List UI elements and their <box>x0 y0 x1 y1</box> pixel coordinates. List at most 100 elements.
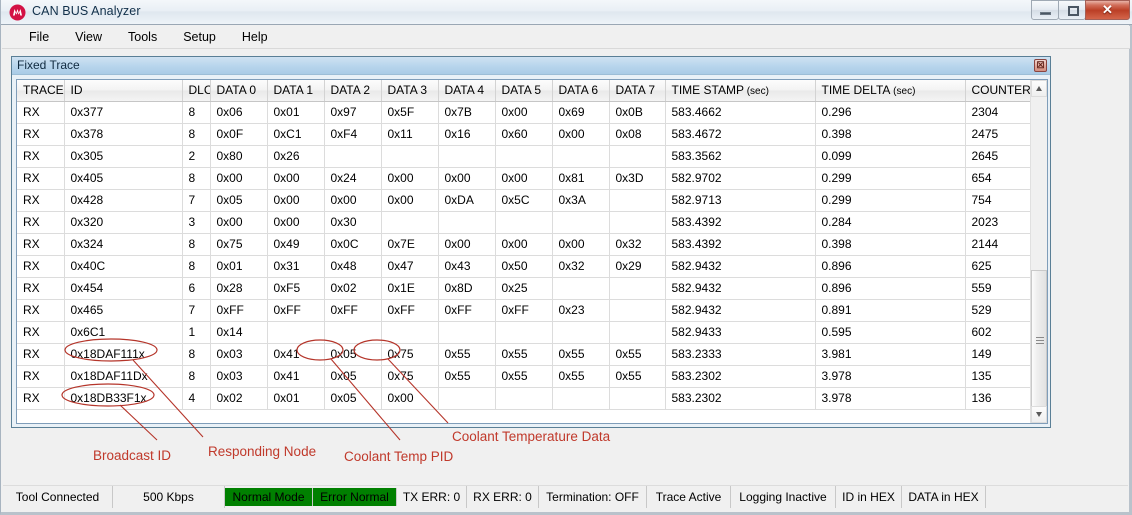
menu-item-tools[interactable]: Tools <box>115 27 170 47</box>
cell-data-2: 0xF4 <box>324 123 382 146</box>
cell-data-4 <box>438 145 496 168</box>
column-header-dlc[interactable]: DLC <box>182 80 211 102</box>
cell-data-5: 0x00 <box>495 101 553 124</box>
cell-time-delta: 0.099 <box>815 145 966 168</box>
table-row[interactable]: RX 0x18DB33F1x 4 0x02 0x01 0x05 0x00 583.2302 3.… <box>17 387 1030 410</box>
cell-data-7 <box>609 211 666 234</box>
cell-counter: 149 <box>965 343 1030 366</box>
cell-time-stamp: 583.2333 <box>665 343 816 366</box>
cell-data-3: 0x7E <box>381 233 439 256</box>
menu-item-setup[interactable]: Setup <box>170 27 229 47</box>
table-row[interactable]: RX 0x40C 8 0x01 0x31 0x48 0x47 0x43 0x50 0x32 0x29… <box>17 255 1030 278</box>
cell-data-1: 0x01 <box>267 101 325 124</box>
column-header-data-1[interactable]: DATA 1 <box>267 80 325 102</box>
cell-counter: 2304 <box>965 101 1030 124</box>
cell-data-4: 0x00 <box>438 167 496 190</box>
menu-item-view[interactable]: View <box>62 27 115 47</box>
cell-data-4: 0x8D <box>438 277 496 300</box>
menu-item-file[interactable]: File <box>16 27 62 47</box>
scrollbar-thumb[interactable] <box>1031 270 1047 410</box>
cell-data-7: 0x3D <box>609 167 666 190</box>
cell-data-3: 0x00 <box>381 387 439 410</box>
close-button[interactable]: ✕ <box>1085 0 1130 20</box>
cell-time-delta: 3.978 <box>815 387 966 410</box>
cell-time-stamp: 583.4392 <box>665 211 816 234</box>
status-tx-err-0: TX ERR: 0 <box>397 486 467 508</box>
table-body: RX 0x377 8 0x06 0x01 0x97 0x5F 0x7B 0x00 0x69 0x0B… <box>17 101 1030 423</box>
scroll-down-button[interactable] <box>1031 406 1047 423</box>
column-header-id[interactable]: ID <box>64 80 183 102</box>
table-row[interactable]: RX 0x377 8 0x06 0x01 0x97 0x5F 0x7B 0x00 0x69 0x0B… <box>17 101 1030 124</box>
cell-data-6: 0x00 <box>552 233 610 256</box>
column-header-data-5[interactable]: DATA 5 <box>495 80 553 102</box>
cell-time-delta: 0.896 <box>815 255 966 278</box>
table-row[interactable]: RX 0x305 2 0x80 0x26 583.3562 0.099 2645 <box>17 145 1030 168</box>
column-header-time-stamp[interactable]: TIME STAMP (sec) <box>665 80 816 102</box>
table-row[interactable]: RX 0x324 8 0x75 0x49 0x0C 0x7E 0x00 0x00 0x00 0x32… <box>17 233 1030 256</box>
cell-data-1: 0xC1 <box>267 123 325 146</box>
cell-data-7: 0x55 <box>609 343 666 366</box>
cell-data-2: 0xFF <box>324 299 382 322</box>
minimize-button[interactable] <box>1031 0 1059 20</box>
cell-time-delta: 0.296 <box>815 101 966 124</box>
cell-id: 0x428 <box>64 189 183 212</box>
column-header-unit: (sec) <box>890 86 916 98</box>
scroll-up-button[interactable] <box>1031 80 1047 97</box>
cell-data-2: 0x30 <box>324 211 382 234</box>
cell-id: 0x377 <box>64 101 183 124</box>
cell-data-6 <box>552 321 610 344</box>
cell-time-stamp: 583.4392 <box>665 233 816 256</box>
table-row[interactable]: RX 0x6C1 1 0x14 582.9433 0.595 602 <box>17 321 1030 344</box>
status-id-in-hex: ID in HEX <box>836 486 902 508</box>
table-row[interactable]: RX 0x465 7 0xFF 0xFF 0xFF 0xFF 0xFF 0xFF 0x23 582.… <box>17 299 1030 322</box>
cell-data-1: 0x31 <box>267 255 325 278</box>
cell-data-6: 0x55 <box>552 365 610 388</box>
cell-counter: 754 <box>965 189 1030 212</box>
cell-trace: RX <box>17 123 65 146</box>
column-header-data-3[interactable]: DATA 3 <box>381 80 439 102</box>
cell-dlc: 8 <box>182 167 211 190</box>
column-header-data-2[interactable]: DATA 2 <box>324 80 382 102</box>
cell-data-2 <box>324 321 382 344</box>
cell-dlc: 3 <box>182 211 211 234</box>
cell-data-0: 0x03 <box>210 365 268 388</box>
menu-item-help[interactable]: Help <box>229 27 281 47</box>
cell-id: 0x378 <box>64 123 183 146</box>
column-header-data-7[interactable]: DATA 7 <box>609 80 666 102</box>
cell-trace: RX <box>17 211 65 234</box>
cell-data-2: 0x97 <box>324 101 382 124</box>
fixed-trace-close-button[interactable]: ☒ <box>1034 59 1047 72</box>
trace-vertical-scrollbar[interactable] <box>1030 80 1047 423</box>
cell-dlc: 2 <box>182 145 211 168</box>
cell-data-5 <box>495 321 553 344</box>
cell-data-7 <box>609 387 666 410</box>
window-title: CAN BUS Analyzer <box>32 4 141 18</box>
column-header-trace[interactable]: TRACE <box>17 80 65 102</box>
table-row[interactable]: RX 0x378 8 0x0F 0xC1 0xF4 0x11 0x16 0x60 0x00 0x08… <box>17 123 1030 146</box>
cell-data-0: 0xFF <box>210 299 268 322</box>
cell-data-7 <box>609 189 666 212</box>
column-header-data-6[interactable]: DATA 6 <box>552 80 610 102</box>
cell-data-3: 0x5F <box>381 101 439 124</box>
cell-time-stamp: 583.3562 <box>665 145 816 168</box>
maximize-button[interactable] <box>1058 0 1086 20</box>
column-header-data-0[interactable]: DATA 0 <box>210 80 268 102</box>
status-500-kbps: 500 Kbps <box>113 486 225 508</box>
cell-counter: 2144 <box>965 233 1030 256</box>
column-header-time-delta[interactable]: TIME DELTA (sec) <box>815 80 966 102</box>
table-row[interactable]: RX 0x405 8 0x00 0x00 0x24 0x00 0x00 0x00 0x81 0x3D… <box>17 167 1030 190</box>
cell-data-1: 0x49 <box>267 233 325 256</box>
cell-dlc: 4 <box>182 387 211 410</box>
cell-dlc: 8 <box>182 365 211 388</box>
table-row[interactable]: RX 0x454 6 0x28 0xF5 0x02 0x1E 0x8D 0x25 582.9432… <box>17 277 1030 300</box>
table-row[interactable]: RX 0x18DAF11Dx 8 0x03 0x41 0x05 0x75 0x55 0x55 0x… <box>17 365 1030 388</box>
cell-counter: 2645 <box>965 145 1030 168</box>
cell-trace: RX <box>17 321 65 344</box>
column-header-counter[interactable]: COUNTER <box>965 80 1030 102</box>
cell-trace: RX <box>17 233 65 256</box>
table-row[interactable]: RX 0x428 7 0x05 0x00 0x00 0x00 0xDA 0x5C 0x3A 582.… <box>17 189 1030 212</box>
cell-data-0: 0x28 <box>210 277 268 300</box>
column-header-data-4[interactable]: DATA 4 <box>438 80 496 102</box>
table-row[interactable]: RX 0x320 3 0x00 0x00 0x30 583.4392 0.284 2023 <box>17 211 1030 234</box>
table-row[interactable]: RX 0x18DAF111x 8 0x03 0x41 0x05 0x75 0x55 0x55 0x… <box>17 343 1030 366</box>
